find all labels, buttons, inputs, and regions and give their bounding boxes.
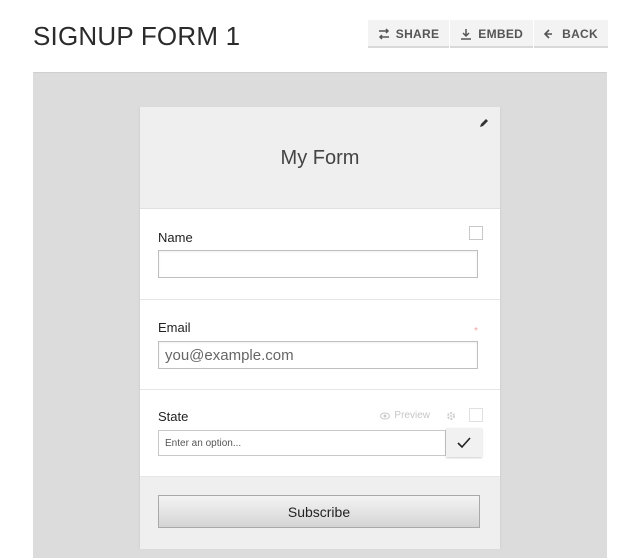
field-state[interactable]: State Preview <box>140 390 500 477</box>
back-arrow-icon <box>544 29 553 39</box>
embed-button-label: EMBED <box>478 27 524 41</box>
name-input[interactable] <box>158 250 478 278</box>
share-icon <box>378 28 389 40</box>
download-icon <box>461 29 472 40</box>
form-header[interactable]: My Form <box>140 107 500 209</box>
header-actions: SHARE EMBED BACK <box>367 20 608 48</box>
confirm-option-button[interactable] <box>446 428 482 457</box>
page-title: SIGNUP FORM 1 <box>33 21 241 51</box>
state-label: State <box>158 409 189 424</box>
eye-icon <box>380 412 391 419</box>
top-bar: SIGNUP FORM 1 SHARE EMBED BACK <box>0 0 630 72</box>
share-button-label: SHARE <box>395 27 440 41</box>
required-asterisk-icon: * <box>474 326 478 337</box>
option-input[interactable] <box>158 430 446 456</box>
pencil-icon[interactable] <box>478 117 490 129</box>
required-checkbox[interactable] <box>469 226 483 240</box>
checkmark-icon <box>457 436 471 448</box>
form-title[interactable]: My Form <box>140 147 500 170</box>
field-email[interactable]: Email * <box>140 300 500 390</box>
required-checkbox[interactable] <box>469 408 483 422</box>
preview-label: Preview <box>394 410 430 421</box>
back-button[interactable]: BACK <box>534 20 608 48</box>
form-footer: Subscribe <box>140 477 500 549</box>
preview-link[interactable]: Preview <box>380 410 430 421</box>
name-label: Name <box>158 230 193 245</box>
form-card: My Form Name Email * State Preview <box>140 107 500 549</box>
email-input[interactable] <box>158 341 478 369</box>
email-label: Email <box>158 320 191 335</box>
gear-icon[interactable] <box>446 411 456 421</box>
field-name[interactable]: Name <box>140 209 500 300</box>
subscribe-button[interactable]: Subscribe <box>158 495 480 528</box>
back-button-label: BACK <box>562 27 598 41</box>
embed-button[interactable]: EMBED <box>450 20 535 48</box>
share-button[interactable]: SHARE <box>367 20 451 48</box>
form-canvas: My Form Name Email * State Preview <box>33 72 607 558</box>
